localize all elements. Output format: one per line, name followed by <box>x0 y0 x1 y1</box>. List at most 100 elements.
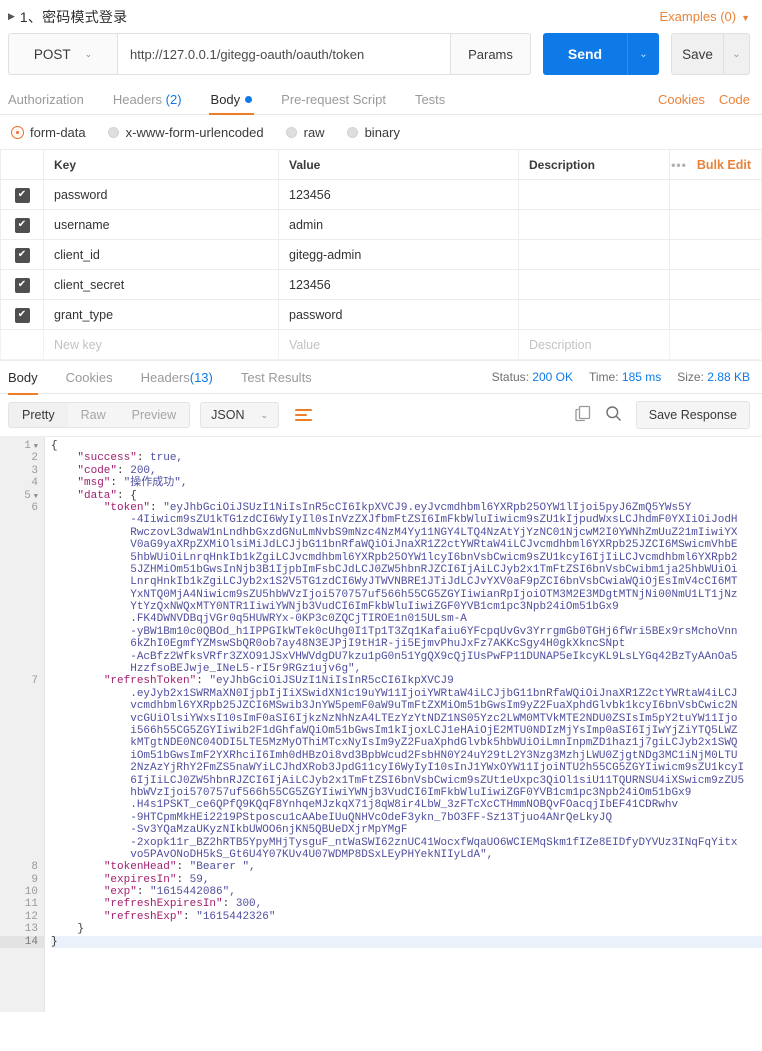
search-icon[interactable] <box>605 405 622 425</box>
more-options-icon[interactable]: ••• <box>671 158 687 172</box>
row-description-cell[interactable] <box>519 180 670 210</box>
save-response-button[interactable]: Save Response <box>636 401 750 429</box>
request-tab-authorization[interactable]: Authorization <box>8 92 99 114</box>
row-description-cell[interactable] <box>519 210 670 240</box>
checkbox-checked-icon[interactable]: ✔ <box>15 278 30 293</box>
checkbox-checked-icon[interactable]: ✔ <box>15 248 30 263</box>
url-input[interactable]: http://127.0.0.1/gitegg-oauth/oauth/toke… <box>118 33 451 75</box>
response-view-raw[interactable]: Raw <box>68 403 119 427</box>
code-token: iOm51bGwsImF2YXRhciI6Imh0dHBzOi8vd3BpbWc… <box>130 750 737 762</box>
code-line: } <box>51 923 762 935</box>
column-header-description: Description <box>519 150 670 180</box>
request-link-cookies[interactable]: Cookies <box>658 92 705 107</box>
code-line: iOm51bGwsImF2YXRhciI6Imh0dHBzOi8vd3BpbWc… <box>51 750 762 762</box>
line-number <box>0 514 44 526</box>
request-tab-tests[interactable]: Tests <box>415 92 460 114</box>
response-body-viewer[interactable]: 1▼2345▼67891011121314 { "success": true,… <box>0 436 762 1012</box>
save-button[interactable]: Save <box>671 33 724 75</box>
row-key-cell[interactable]: client_id <box>44 240 279 270</box>
response-json-code[interactable]: { "success": true, "code": 200, "msg": "… <box>45 437 762 1012</box>
request-link-code[interactable]: Code <box>719 92 750 107</box>
row-value-cell[interactable]: password <box>279 300 519 330</box>
row-key-cell[interactable]: client_secret <box>44 270 279 300</box>
line-number: 5▼ <box>0 490 44 502</box>
checkbox-checked-icon[interactable]: ✔ <box>15 308 30 323</box>
response-size: Size: 2.88 KB <box>677 370 750 384</box>
line-number: 4 <box>0 477 44 489</box>
wrap-lines-icon[interactable] <box>289 405 318 425</box>
body-type-raw[interactable]: raw <box>286 125 325 140</box>
response-tab-body[interactable]: Body <box>8 360 38 394</box>
body-type-form-data[interactable]: form-data <box>12 125 86 140</box>
radio-icon <box>108 127 119 138</box>
row-value-cell[interactable]: admin <box>279 210 519 240</box>
code-token: -2xopk11r_BZ2hRTB5YpyMHjTysguF_ntWaSWI62… <box>130 837 737 849</box>
code-line: -9HTCpmMkHEi2219PStposcu1cAAbeIUuQNHVcOd… <box>51 812 762 824</box>
row-key-cell[interactable]: password <box>44 180 279 210</box>
response-format-select[interactable]: JSON ⌄ <box>200 402 279 428</box>
code-token: .eyJyb2x1SWRMaXN0IjpbIjIiXSwidXN1c19uYW1… <box>130 688 737 700</box>
new-key-input[interactable]: New key <box>44 330 279 360</box>
code-token: 5JZHMiOm51bGwsInNjb3B1IjpbImFsbCJdLCJ0ZW… <box>130 564 737 576</box>
row-description-cell[interactable] <box>519 240 670 270</box>
row-value-cell[interactable]: gitegg-admin <box>279 240 519 270</box>
bulk-edit-button[interactable]: Bulk Edit <box>697 158 751 172</box>
request-tab-headers[interactable]: Headers (2) <box>113 92 197 114</box>
new-value-input[interactable]: Value <box>279 330 519 360</box>
code-line: YxNTQ0MjA4Niwicm9sZU5hbWVzIjoi570757uf56… <box>51 589 762 601</box>
row-key-cell[interactable]: grant_type <box>44 300 279 330</box>
request-tab-body[interactable]: Body <box>211 92 268 114</box>
row-checkbox-cell[interactable]: ✔ <box>1 240 44 270</box>
new-description-input[interactable]: Description <box>519 330 670 360</box>
fold-toggle-icon[interactable]: ▼ <box>34 493 38 501</box>
send-options-chevron-down-icon[interactable]: ⌄ <box>627 33 659 75</box>
line-number <box>0 576 44 588</box>
code-token: : <box>176 874 189 886</box>
code-token: : <box>110 477 123 489</box>
code-line: { <box>51 440 762 452</box>
code-token: 6kZhI0EgmfYZMswSbQR0ob7ay48N3EJPjI9tH1R-… <box>130 638 625 650</box>
line-number: 1▼ <box>0 440 44 452</box>
line-number: 10 <box>0 886 44 898</box>
save-options-chevron-down-icon[interactable]: ⌄ <box>724 33 750 75</box>
row-checkbox-cell[interactable]: ✔ <box>1 180 44 210</box>
code-line: YtYzQxNWQxMTY0NTR1IiwiYWNjb3VudCI6ImFkbW… <box>51 601 762 613</box>
checkbox-checked-icon[interactable]: ✔ <box>15 218 30 233</box>
body-type-label: raw <box>304 125 325 140</box>
row-description-cell[interactable] <box>519 300 670 330</box>
response-tab-label: Headers <box>141 370 190 385</box>
collapse-triangle-icon[interactable]: ▶ <box>8 11 15 22</box>
row-value-cell[interactable]: 123456 <box>279 270 519 300</box>
line-number <box>0 688 44 700</box>
request-tab-pre-request-script[interactable]: Pre-request Script <box>281 92 401 114</box>
line-number <box>0 812 44 824</box>
line-number: 3 <box>0 465 44 477</box>
response-tab-test-results[interactable]: Test Results <box>241 360 312 394</box>
response-tab-headers[interactable]: Headers (13) <box>141 360 213 394</box>
code-token: 5hbWUiOiLnrqHnkIb1kZgiLCJvcmdhbml6YXRpb2… <box>130 552 737 564</box>
row-checkbox-cell[interactable]: ✔ <box>1 300 44 330</box>
send-button[interactable]: Send <box>543 33 627 75</box>
row-checkbox-cell[interactable]: ✔ <box>1 210 44 240</box>
row-key-cell[interactable]: username <box>44 210 279 240</box>
code-token: .H4s1PSKT_ce6QPfQ9KQqF8YnhqeMJzkqX71j8qW… <box>130 799 678 811</box>
body-type-binary[interactable]: binary <box>347 125 400 140</box>
copy-icon[interactable] <box>575 405 591 425</box>
code-token: -yBW1Bm10c0QBOd_h1IPPGIkWTek0cUhg0I1Tp1T… <box>130 626 737 638</box>
row-checkbox-cell[interactable]: ✔ <box>1 270 44 300</box>
http-method-select[interactable]: POST ⌄ <box>8 33 118 75</box>
response-tab-cookies[interactable]: Cookies <box>66 360 113 394</box>
code-line: kMTgtNDE0NC04ODI5LTE5MzMyOThiMTcxNyIsIm9… <box>51 737 762 749</box>
response-view-preview[interactable]: Preview <box>119 403 189 427</box>
response-meta: Status: 200 OKTime: 185 msSize: 2.88 KB <box>492 370 750 384</box>
checkbox-checked-icon[interactable]: ✔ <box>15 188 30 203</box>
response-view-pretty[interactable]: Pretty <box>9 403 68 427</box>
request-title: 1、密码模式登录 <box>20 7 127 27</box>
fold-toggle-icon[interactable]: ▼ <box>34 443 38 451</box>
examples-dropdown[interactable]: Examples (0)▼ <box>660 9 751 24</box>
params-button[interactable]: Params <box>451 33 531 75</box>
row-description-cell[interactable] <box>519 270 670 300</box>
body-type-x-www-form-urlencoded[interactable]: x-www-form-urlencoded <box>108 125 264 140</box>
response-format-label: JSON <box>211 408 244 422</box>
row-value-cell[interactable]: 123456 <box>279 180 519 210</box>
